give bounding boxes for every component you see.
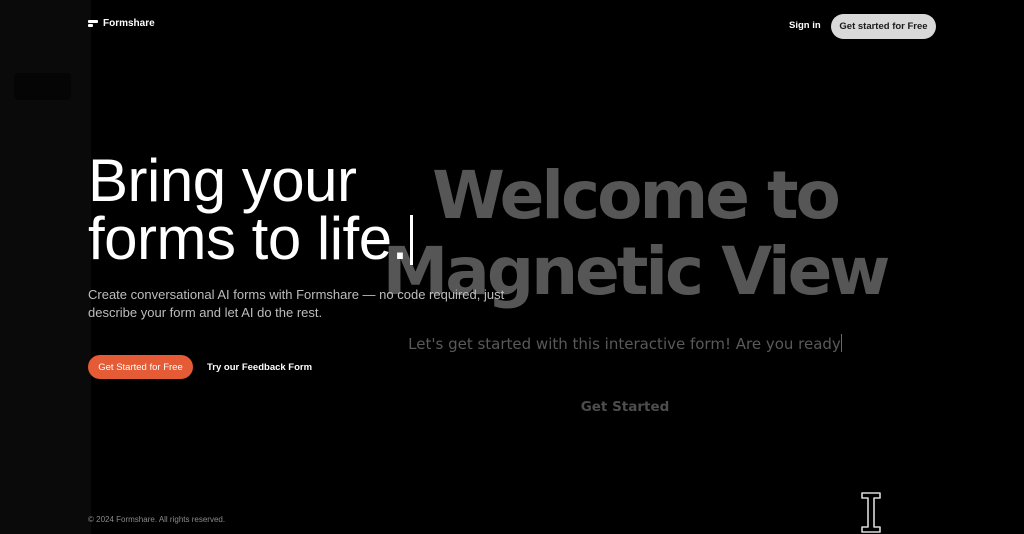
landing-page: Welcome to Magnetic View Let's get start…: [0, 0, 1024, 534]
feedback-form-link[interactable]: Try our Feedback Form: [207, 362, 312, 373]
magnetic-view-title-line1: Welcome to: [432, 157, 841, 234]
magnetic-view-get-started-button[interactable]: Get Started: [560, 399, 690, 415]
text-cursor-icon: [861, 492, 881, 533]
side-panel-block: [14, 73, 71, 100]
brand-logo[interactable]: Formshare: [88, 18, 155, 29]
hero-typing-caret: [409, 215, 413, 265]
hero-title-line1: Bring your: [88, 147, 357, 214]
brand-name: Formshare: [103, 18, 155, 29]
side-panel: [0, 0, 91, 534]
hero-title-line2: forms to life.: [88, 205, 408, 272]
magnetic-view-subtitle: Let's get started with this interactive …: [360, 334, 890, 353]
magnetic-view-subtitle-text: Let's get started with this interactive …: [408, 335, 841, 353]
hero-get-started-button[interactable]: Get Started for Free: [88, 355, 193, 379]
hero-description: Create conversational AI forms with Form…: [88, 287, 505, 320]
formshare-logo-icon: [88, 19, 98, 29]
header-get-started-button[interactable]: Get started for Free: [831, 14, 936, 39]
hero-title: Bring your forms to life.: [88, 147, 413, 269]
typing-caret: [840, 334, 842, 352]
footer-copyright: © 2024 Formshare. All rights reserved.: [88, 515, 226, 524]
sign-in-link[interactable]: Sign in: [789, 20, 821, 31]
